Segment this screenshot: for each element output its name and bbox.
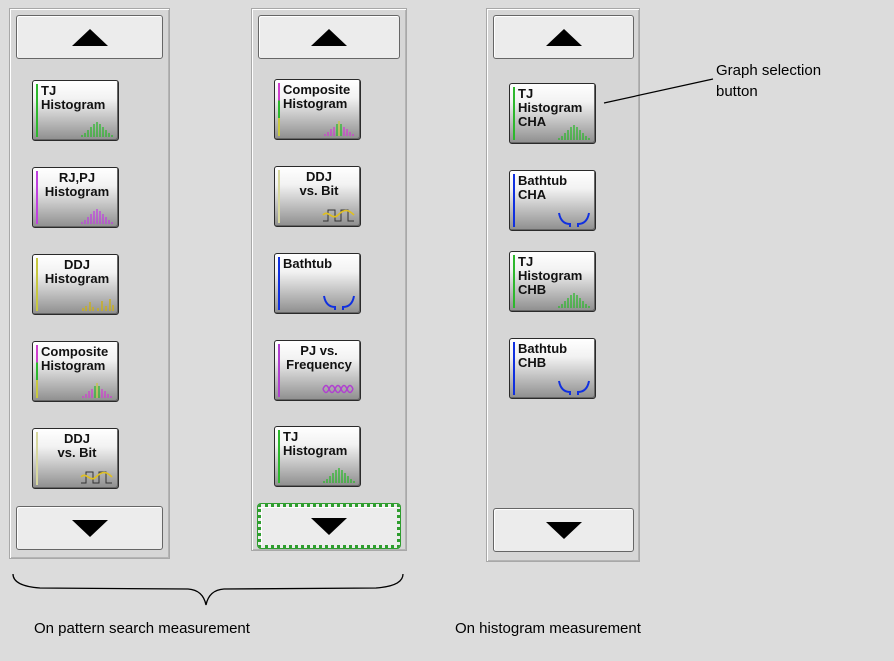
graph-button-label: Bathtub — [283, 256, 333, 271]
graph-button-label: Bathtub CHA — [518, 173, 568, 202]
ddj-vs-bit-icon — [80, 471, 113, 484]
graph-button-tj-histogram[interactable]: TJ Histogram — [32, 80, 119, 141]
graph-selection-panel-pattern-2: Composite Histogram DDJ vs. Bit Bathtub … — [251, 8, 407, 551]
tj-histogram-icon — [323, 468, 355, 483]
graph-button-label: DDJ vs. Bit — [57, 431, 97, 460]
graph-button-tj-histogram-chb[interactable]: TJ Histogram CHB — [509, 251, 596, 312]
color-bar — [513, 174, 515, 227]
graph-button-label: DDJ vs. Bit — [299, 169, 339, 198]
color-bar — [36, 84, 38, 137]
graph-button-label: Composite Histogram — [41, 344, 109, 373]
graph-selection-panel-histogram: TJ Histogram CHA Bathtub CHA TJ Histogra… — [486, 8, 640, 562]
color-bar — [278, 170, 280, 223]
up-arrow-icon — [311, 28, 347, 46]
bathtub-icon — [558, 212, 590, 227]
graph-button-label: DDJ Histogram — [44, 257, 110, 286]
down-arrow-icon — [311, 517, 347, 535]
graph-button-label: Composite Histogram — [283, 82, 351, 111]
scroll-up-button[interactable] — [493, 15, 634, 59]
graph-button-bathtub[interactable]: Bathtub — [274, 253, 361, 314]
pj-vs-frequency-icon — [322, 384, 354, 394]
graph-button-ddj-vs-bit[interactable]: DDJ vs. Bit — [32, 428, 119, 489]
up-arrow-icon — [71, 28, 108, 46]
color-bar — [278, 83, 280, 136]
graph-button-label: TJ Histogram CHA — [518, 86, 583, 129]
color-bar — [278, 257, 280, 310]
grouping-brace — [12, 573, 404, 606]
graph-button-pj-vs-frequency[interactable]: PJ vs. Frequency — [274, 340, 361, 401]
scroll-down-button[interactable] — [16, 506, 163, 550]
color-bar — [36, 345, 38, 398]
graph-button-composite-histogram[interactable]: Composite Histogram — [32, 341, 119, 402]
ddj-histogram-icon — [82, 299, 114, 311]
graph-button-label: TJ Histogram — [41, 83, 106, 112]
scroll-up-button[interactable] — [16, 15, 163, 59]
color-bar — [36, 258, 38, 311]
graph-button-composite-histogram[interactable]: Composite Histogram — [274, 79, 361, 140]
color-bar — [278, 344, 280, 397]
composite-histogram-icon — [82, 383, 112, 398]
scroll-down-button[interactable] — [493, 508, 634, 552]
ddj-vs-bit-icon — [322, 209, 355, 222]
graph-button-tj-histogram[interactable]: TJ Histogram — [274, 426, 361, 487]
graph-button-bathtub-chb[interactable]: Bathtub CHB — [509, 338, 596, 399]
graph-button-label: TJ Histogram — [283, 429, 348, 458]
color-bar — [513, 87, 515, 140]
tj-histogram-icon — [558, 293, 590, 308]
scroll-up-button[interactable] — [258, 15, 400, 59]
down-arrow-icon — [545, 521, 582, 539]
rjpj-histogram-icon — [81, 209, 113, 224]
bathtub-icon — [558, 380, 590, 395]
color-bar — [513, 342, 515, 395]
graph-button-label: TJ Histogram CHB — [518, 254, 583, 297]
graph-button-label: RJ,PJ Histogram — [44, 170, 110, 199]
graph-button-tj-histogram-cha[interactable]: TJ Histogram CHA — [509, 83, 596, 144]
color-bar — [36, 171, 38, 224]
scroll-down-button[interactable] — [257, 503, 401, 549]
tj-histogram-icon — [81, 122, 113, 137]
tj-histogram-icon — [558, 125, 590, 140]
down-arrow-icon — [71, 519, 108, 537]
graph-button-ddj-vs-bit[interactable]: DDJ vs. Bit — [274, 166, 361, 227]
graph-selection-panel-pattern-1: TJ Histogram RJ,PJ Histogram DDJ Histogr… — [9, 8, 170, 559]
graph-button-ddj-histogram[interactable]: DDJ Histogram — [32, 254, 119, 315]
bathtub-icon — [323, 295, 355, 310]
callout-label: Graph selection button — [716, 62, 822, 100]
color-bar — [513, 255, 515, 308]
color-bar — [36, 432, 38, 485]
color-bar — [278, 430, 280, 483]
up-arrow-icon — [545, 28, 582, 46]
graph-button-bathtub-cha[interactable]: Bathtub CHA — [509, 170, 596, 231]
caption-pattern-search: On pattern search measurement — [34, 620, 250, 637]
caption-histogram: On histogram measurement — [455, 620, 641, 637]
composite-histogram-icon — [324, 121, 354, 136]
graph-button-rjpj-histogram[interactable]: RJ,PJ Histogram — [32, 167, 119, 228]
graph-button-label: PJ vs. Frequency — [286, 343, 352, 372]
graph-button-label: Bathtub CHB — [518, 341, 568, 370]
